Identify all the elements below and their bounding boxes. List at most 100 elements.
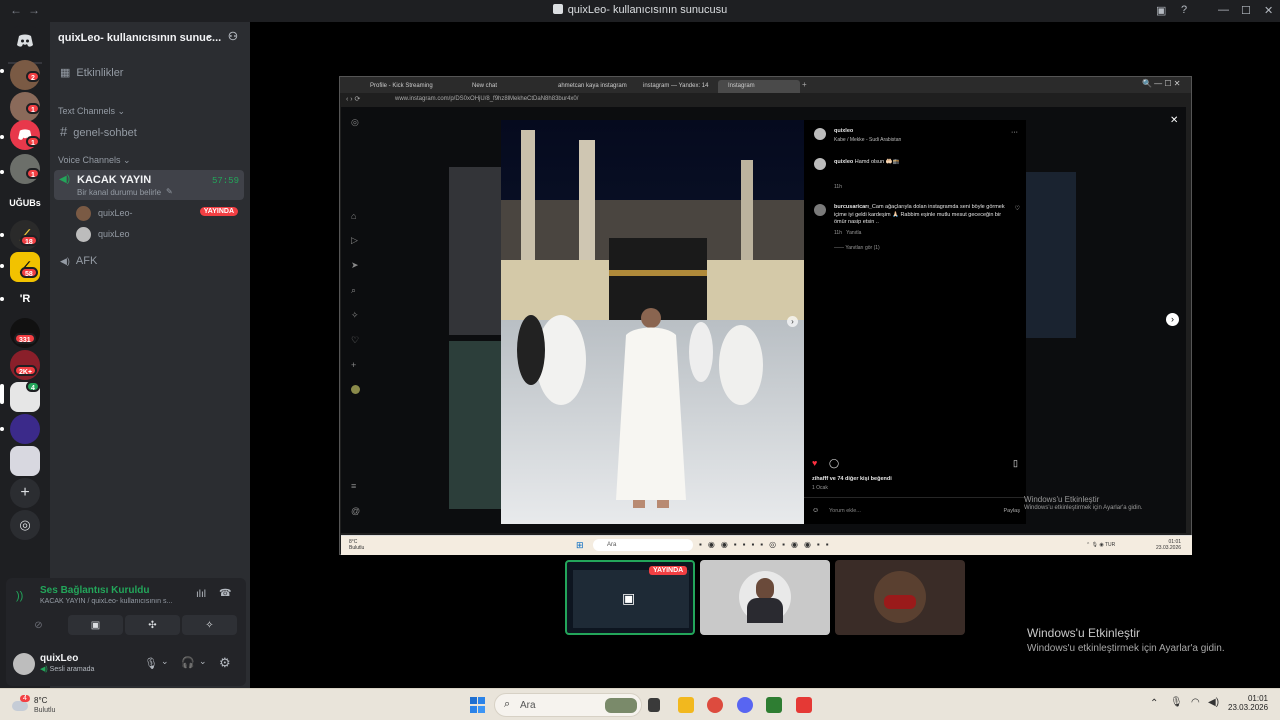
post-location[interactable]: Kabe / Mekke - Sudi Arabistan: [834, 137, 901, 143]
windows-start-icon[interactable]: [470, 697, 486, 713]
help-icon[interactable]: ?: [1181, 4, 1187, 16]
close-icon[interactable]: ✕: [1170, 115, 1178, 126]
weather-widget[interactable]: 4 8°C Bulutlu: [10, 695, 110, 719]
close-icon[interactable]: ✕: [1264, 4, 1273, 17]
participant-tile-user[interactable]: [700, 560, 830, 635]
windows-start-icon[interactable]: ⊞: [576, 540, 584, 551]
discord-app-icon[interactable]: [737, 697, 753, 713]
channel-genel-sohbet[interactable]: # genel-sohbet: [60, 124, 137, 139]
voice-status[interactable]: Bir kanal durumu belirle: [77, 188, 161, 197]
channel-afk[interactable]: ◀) AFK: [60, 255, 97, 267]
heart-icon[interactable]: ♡: [1015, 205, 1020, 212]
comment-user[interactable]: burcusaricarı_: [834, 204, 872, 210]
voice-channel-path[interactable]: KACAK YAYIN / quixLeo- kullanıcısının s.…: [40, 598, 172, 605]
discord-home-button[interactable]: [10, 26, 40, 56]
view-replies[interactable]: —— Yanıtları gör (1): [834, 245, 880, 251]
camera-button[interactable]: ⊘: [11, 615, 66, 635]
tray-chevron-icon[interactable]: ⌃: [1150, 698, 1158, 709]
chevron-down-icon[interactable]: ⌄: [199, 656, 207, 667]
discover-button[interactable]: ◎: [10, 510, 40, 540]
send-icon[interactable]: ➤: [351, 260, 359, 271]
nav-arrows-icon[interactable]: ‹ › ⟳: [346, 95, 360, 103]
disconnect-icon[interactable]: ☎: [219, 588, 231, 599]
task-view-icon[interactable]: [648, 698, 660, 712]
threads-icon[interactable]: @: [351, 506, 360, 516]
voice-member-row[interactable]: quixLeo: [76, 226, 240, 244]
voice-status-title[interactable]: Ses Bağlantısı Kuruldu: [40, 585, 149, 596]
comment-input[interactable]: Yorum ekle...: [829, 508, 861, 514]
inner-search[interactable]: Ara: [593, 539, 693, 551]
avatar[interactable]: [351, 385, 360, 394]
post-username[interactable]: quixleo: [834, 128, 853, 134]
settings-gear-icon[interactable]: ⚙: [219, 655, 231, 671]
chrome-icon[interactable]: [707, 697, 723, 713]
participant-tile-user[interactable]: [835, 560, 965, 635]
clock[interactable]: 01:01 23.03.2026: [1228, 694, 1268, 712]
participant-tile-stream[interactable]: ▣ YAYINDA: [565, 560, 695, 635]
browser-tab[interactable]: Profile - Kick Streaming: [360, 80, 445, 93]
add-server-button[interactable]: +: [10, 478, 40, 508]
reply-link[interactable]: Yanıtla: [846, 230, 861, 236]
microphone-icon[interactable]: 🎙: [144, 657, 158, 670]
activities-button[interactable]: ✣: [125, 615, 180, 635]
add-member-icon[interactable]: ⚇: [228, 30, 238, 43]
avatar[interactable]: [814, 128, 826, 140]
pencil-icon[interactable]: ✎: [166, 187, 173, 196]
avatar-body: [747, 598, 783, 623]
inbox-icon[interactable]: ▣: [1156, 4, 1166, 17]
noise-suppression-icon[interactable]: ılıl: [196, 589, 206, 600]
voice-category[interactable]: Voice Channels ⌄: [58, 155, 131, 166]
browser-tab-active[interactable]: Instagram: [718, 80, 800, 93]
server-ugubs[interactable]: UĞUBs: [9, 188, 41, 218]
headphones-icon[interactable]: 🎧: [181, 656, 195, 669]
browser-tab[interactable]: ahmetcan kaya instagram: [548, 80, 633, 93]
screen-share-button[interactable]: ▣: [68, 615, 123, 635]
avatar[interactable]: [13, 653, 35, 675]
share-button[interactable]: Paylaş: [1003, 508, 1020, 514]
server-header[interactable]: quixLeo- kullanıcısının sunuc... ⌄ ⚇: [50, 22, 250, 54]
screen-share-view[interactable]: Profile - Kick Streaming New chat ahmetc…: [339, 76, 1192, 555]
file-explorer-icon[interactable]: [678, 697, 694, 713]
emoji-icon[interactable]: ☺: [812, 507, 819, 514]
server-r[interactable]: 'R: [10, 284, 40, 314]
home-icon[interactable]: ⌂: [351, 211, 356, 221]
microphone-icon[interactable]: 🎙: [1170, 697, 1183, 708]
explore-icon[interactable]: ✧: [351, 310, 359, 321]
url-text[interactable]: www.instagram.com/p/DS0xOHjU/8_f9hz8lMek…: [395, 96, 1095, 106]
menu-icon[interactable]: ≡: [351, 481, 356, 491]
soundboard-button[interactable]: ✧: [182, 615, 237, 635]
next-post-icon[interactable]: ›: [1166, 313, 1179, 326]
volume-icon[interactable]: ◀): [1208, 697, 1219, 708]
create-icon[interactable]: +: [351, 360, 356, 370]
server-avatar-10[interactable]: [10, 446, 40, 476]
bookmark-icon[interactable]: ▯: [1013, 458, 1018, 469]
next-photo-icon[interactable]: ›: [787, 316, 798, 327]
browser-tab[interactable]: New chat: [462, 80, 542, 93]
inner-taskbar-apps-icon[interactable]: ▪◉◉▪▪▪▪◎▪◉◉▪▪: [699, 540, 835, 549]
likes-summary[interactable]: zihafff ve 74 diğer kişi beğendi: [812, 476, 892, 482]
events-item[interactable]: ▦ Etkinlikler: [60, 66, 123, 79]
member-name: quixLeo-: [98, 208, 133, 218]
reels-icon[interactable]: ▷: [351, 235, 358, 246]
taskbar-search[interactable]: ⌕ Ara: [494, 693, 642, 717]
voice-channel-active[interactable]: ◀) KACAK YAYIN 57:59 Bir kanal durumu be…: [54, 170, 244, 200]
heart-icon[interactable]: ♡: [351, 335, 359, 346]
voice-member-row[interactable]: quixLeo- YAYINDA: [76, 205, 240, 223]
app-icon[interactable]: [766, 697, 782, 713]
wifi-icon[interactable]: ◠: [1191, 697, 1200, 708]
more-options-icon[interactable]: ···: [1011, 129, 1018, 136]
post-photo[interactable]: ›: [501, 120, 804, 524]
window-controls-icon[interactable]: 🔍 — ☐ ✕: [1142, 79, 1181, 88]
like-filled-icon[interactable]: ♥: [812, 458, 817, 468]
chevron-down-icon[interactable]: ⌄: [161, 656, 169, 667]
instagram-icon[interactable]: ◎: [351, 117, 359, 128]
search-icon[interactable]: ⌕: [351, 285, 356, 296]
minimize-icon[interactable]: —: [1218, 4, 1229, 16]
comment-icon[interactable]: ◯: [829, 458, 839, 469]
maximize-icon[interactable]: ☐: [1241, 4, 1251, 17]
browser-tab[interactable]: instagram — Yandex: 14: [633, 80, 718, 93]
new-tab-icon[interactable]: +: [802, 80, 807, 89]
app-icon[interactable]: [796, 697, 812, 713]
text-category[interactable]: Text Channels ⌄: [58, 106, 125, 117]
server-avatar-9[interactable]: [10, 414, 40, 444]
